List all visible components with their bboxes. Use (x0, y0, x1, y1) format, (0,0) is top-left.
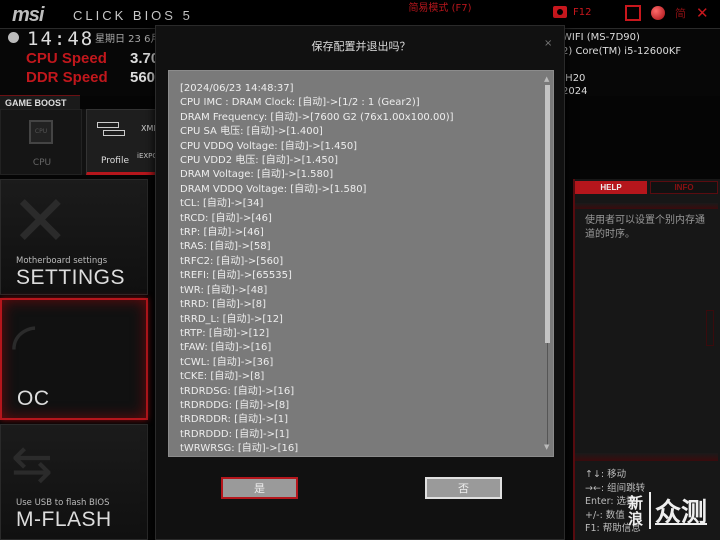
ez-mode-button[interactable]: 简易模式 (F7) (385, 2, 495, 18)
log-line: DRAM VDDQ Voltage: [自动]->[1.580] (180, 183, 367, 195)
scrollbar[interactable]: ▲ ▼ (543, 75, 552, 453)
tab-info[interactable]: INFO (650, 181, 718, 194)
ram-icon (103, 130, 125, 136)
usb-icon: ⇆ (11, 435, 53, 493)
log-line: CPU SA 电压: [自动]->[1.400] (180, 126, 323, 138)
sysinfo-line: 2024 (562, 86, 588, 97)
log-line: tCL: [自动]->[34] (180, 198, 264, 210)
no-button[interactable]: 否 (425, 477, 502, 499)
log-line: tRRD: [自动]->[8] (180, 299, 267, 311)
log-line: tRDRDDR: [自动]->[1] (180, 414, 289, 426)
nav-mflash[interactable]: ⇆ Use USB to flash BIOS M-FLASH (0, 424, 148, 540)
settings-title: SETTINGS (16, 266, 126, 289)
dialog-close-button[interactable]: × (544, 38, 552, 49)
log-line: tCWL: [自动]->[36] (180, 356, 274, 368)
wrench-hammer-icon: ✕ (11, 180, 70, 262)
settings-subtitle: Motherboard settings (16, 256, 108, 266)
log-line: tRP: [自动]->[46] (180, 227, 264, 239)
language-button[interactable]: 简 (675, 5, 686, 21)
toolbar: 简 ✕ (625, 5, 709, 21)
clock-date: 星期日 23 6月 (95, 34, 161, 45)
log-line: CPU VDDQ Voltage: [自动]->[1.450] (180, 140, 358, 152)
game-boost-label: GAME BOOST (0, 95, 80, 109)
log-line: CPU VDD2 电压: [自动]->[1.450] (180, 155, 339, 167)
log-line: DRAM Voltage: [自动]->[1.580] (180, 169, 334, 181)
dialog-title: 保存配置并退出吗？ (311, 40, 411, 53)
log-line: tFAW: [自动]->[16] (180, 342, 272, 354)
ram-icon (97, 122, 119, 128)
game-boost-profile[interactable]: XMP iEXPO Profile (86, 109, 166, 175)
bios-screen: msi CLICK BIOS 5 简易模式 (F7) F12 简 ✕ 14:48… (0, 0, 720, 540)
oc-title: OC (17, 387, 50, 410)
sysinfo-line: 2) Core(TM) i5-12600KF (562, 45, 682, 57)
search-icon[interactable] (625, 5, 641, 21)
log-line: tRDRDDG: [自动]->[8] (180, 399, 290, 411)
product-name: CLICK BIOS 5 (73, 8, 193, 23)
tab-help[interactable]: HELP (575, 181, 647, 194)
change-log-lines: [2024/06/23 14:48:37] CPU IMC : DRAM Cloc… (180, 82, 454, 457)
watermark-zhongce: 众测 (649, 492, 707, 529)
help-divider[interactable] (575, 203, 718, 209)
yes-button[interactable]: 是 (221, 477, 298, 499)
log-line: tRFC2: [自动]->[560] (180, 255, 284, 267)
log-line: CPU IMC : DRAM Clock: [自动]->[1/2 : 1 (Ge… (180, 97, 420, 109)
cpu-chip-icon: CPU (29, 120, 53, 144)
watermark: 新浪 众测 (628, 492, 707, 529)
cpu-label: CPU (32, 158, 52, 168)
log-line: tRTP: [自动]->[12] (180, 327, 270, 339)
save-exit-dialog: 保存配置并退出吗？ × [2024/06/23 14:48:37] CPU IMC… (155, 25, 565, 540)
watermark-sina: 新浪 (628, 493, 644, 528)
sysinfo-line (562, 58, 681, 72)
key-hint: ↑↓: 移动 (585, 469, 627, 480)
log-line: tWRWRSG: [自动]->[16] (180, 443, 299, 455)
side-scroll-indicator (706, 310, 714, 346)
close-icon[interactable]: ✕ (696, 6, 709, 21)
log-line: tRDRDDD: [自动]->[1] (180, 428, 290, 440)
log-line: tREFI: [自动]->[65535] (180, 270, 292, 282)
msi-logo: msi (12, 4, 44, 26)
nav-settings[interactable]: ✕ Motherboard settings SETTINGS (0, 179, 148, 295)
change-log[interactable]: [2024/06/23 14:48:37] CPU IMC : DRAM Cloc… (168, 70, 554, 457)
screenshot-button[interactable]: F12 (553, 6, 591, 18)
scroll-down-arrow[interactable]: ▼ (544, 443, 549, 451)
keys-divider[interactable] (575, 453, 718, 461)
log-line: tRAS: [自动]->[58] (180, 241, 271, 253)
system-info: WIFI (MS-7D90) 2) Core(TM) i5-12600KF .H… (562, 31, 681, 99)
log-line: [2024/06/23 14:48:37] (180, 83, 294, 94)
sysinfo-line: .H20 (562, 72, 586, 84)
mflash-title: M-FLASH (16, 508, 112, 531)
profile-label: Profile (101, 156, 129, 166)
nav-oc[interactable]: ◜ OC (0, 298, 148, 420)
log-line: DRAM Frequency: [自动]->[7600 G2 (76x1.00x… (180, 111, 454, 123)
help-text: 使用者可以设置个别内存通道的时序。 (585, 215, 705, 240)
clock-time: 14:48 (27, 28, 95, 50)
mflash-subtitle: Use USB to flash BIOS (16, 498, 110, 508)
log-line: tRDRDSG: [自动]->[16] (180, 385, 295, 397)
camera-icon (553, 6, 567, 18)
ddr-speed-label: DDR Speed (26, 69, 108, 86)
scroll-thumb[interactable] (545, 85, 550, 343)
log-line: tCKE: [自动]->[8] (180, 371, 265, 383)
gauge-icon: ◜ (12, 310, 36, 380)
log-line: tRRD_L: [自动]->[12] (180, 313, 283, 325)
cpu-speed-label: CPU Speed (26, 50, 107, 67)
game-boost-cpu[interactable]: CPU CPU (0, 109, 82, 175)
scroll-track-line (547, 343, 548, 445)
scroll-up-arrow[interactable]: ▲ (544, 75, 549, 83)
screenshot-key: F12 (573, 6, 592, 18)
log-line: tWR: [自动]->[48] (180, 284, 268, 296)
clock-icon (8, 32, 19, 43)
globe-icon[interactable] (651, 6, 665, 20)
top-bar: msi CLICK BIOS 5 简易模式 (F7) F12 简 ✕ (0, 0, 720, 28)
sysinfo-line: WIFI (MS-7D90) (562, 32, 640, 43)
ddr-speed-value: 560 (130, 69, 156, 86)
log-line: tRCD: [自动]->[46] (180, 212, 272, 224)
